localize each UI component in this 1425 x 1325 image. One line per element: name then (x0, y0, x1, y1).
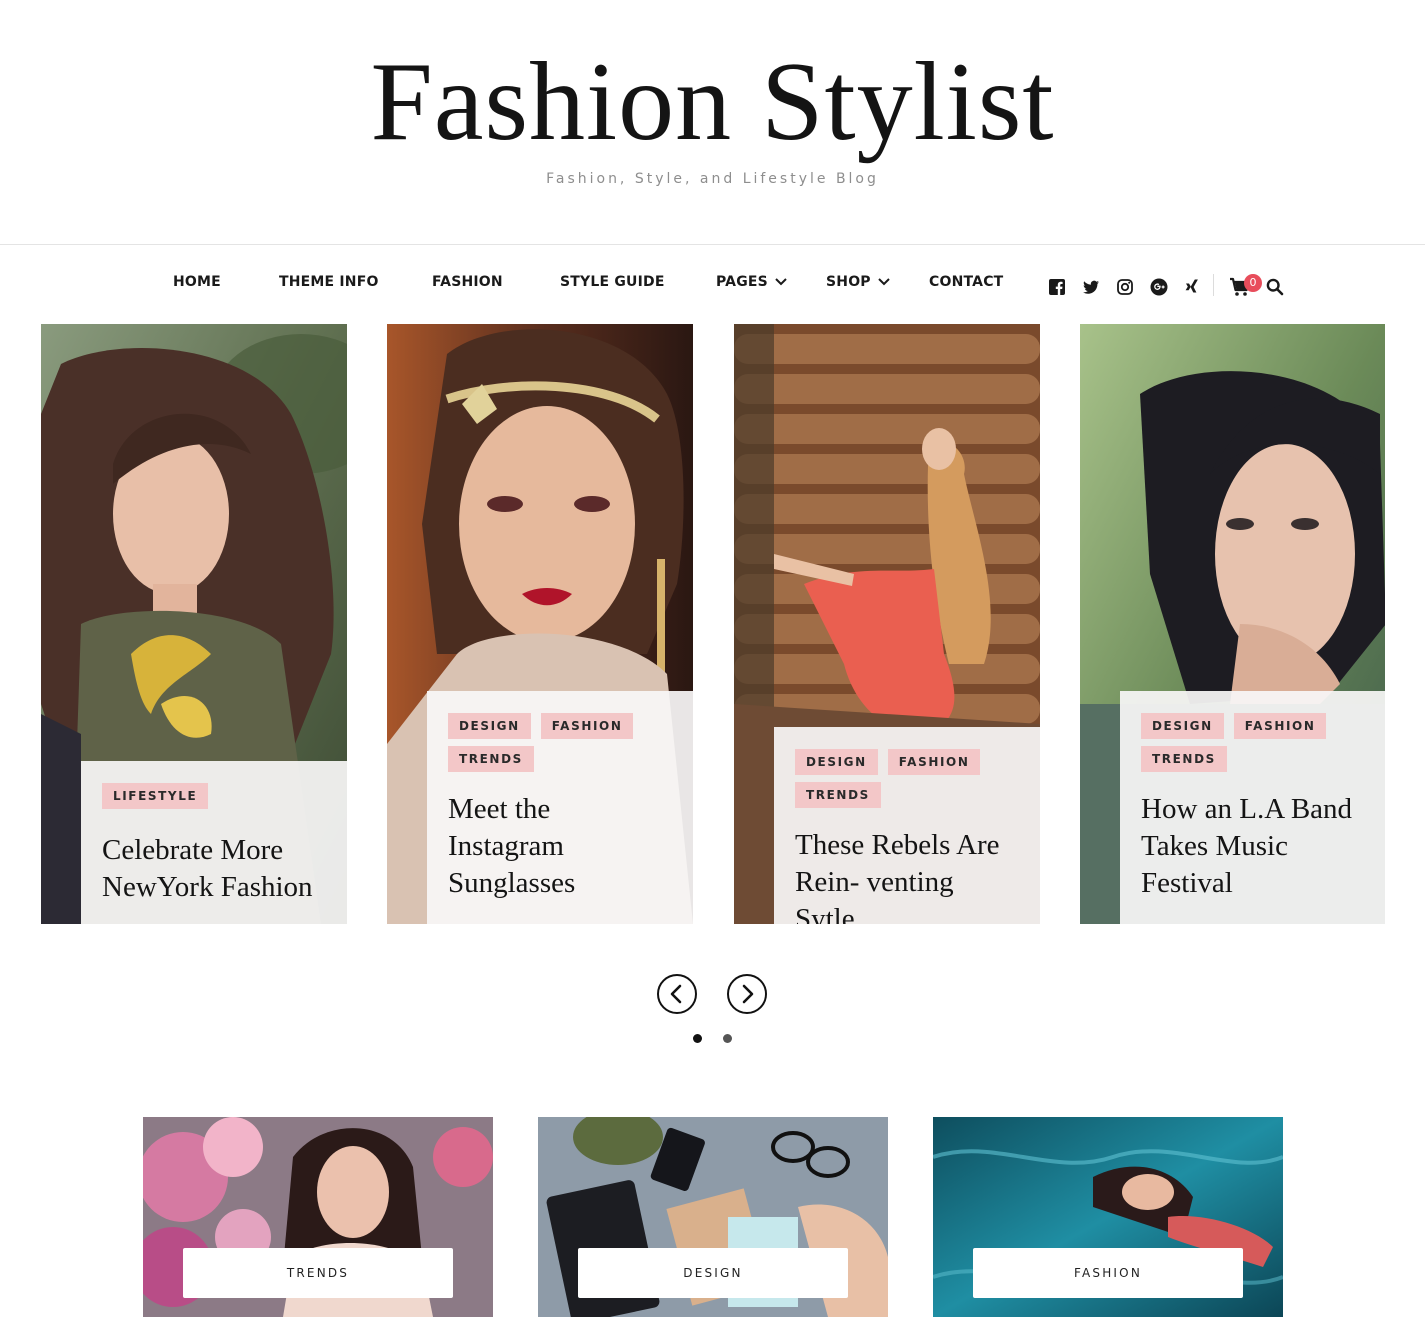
promo-button[interactable]: TRENDS (183, 1248, 453, 1298)
cart-count-badge[interactable]: 0 (1244, 274, 1262, 292)
nav-item-fashion[interactable]: FASHION (432, 274, 503, 290)
category-tag[interactable]: DESIGN (795, 749, 878, 775)
category-tag[interactable]: TRENDS (795, 782, 881, 808)
site-tagline: Fashion, Style, and Lifestyle Blog (546, 171, 879, 187)
chevron-down-icon[interactable] (773, 274, 789, 290)
slide-caption-panel: DESIGN FASHIONTRENDS Meet the Instagram S… (427, 691, 693, 924)
slide-caption-panel: DESIGN FASHIONTRENDS These Rebels Are Rei… (774, 727, 1040, 924)
site-header: Fashion Stylist Fashion, Style, and Life… (0, 0, 1425, 245)
nav-item-shop[interactable]: SHOP (826, 274, 871, 290)
slide-card[interactable]: LIFESTYLE Celebrate More NewYork Fashion (41, 324, 347, 924)
category-tag[interactable]: FASHION (887, 749, 981, 775)
promo-button[interactable]: FASHION (973, 1248, 1243, 1298)
promo-card[interactable]: FASHION (933, 1117, 1283, 1317)
search-icon[interactable] (1265, 277, 1285, 297)
nav-item-contact[interactable]: CONTACT (929, 274, 1003, 290)
category-tag[interactable]: TRENDS (448, 746, 534, 772)
google-plus-icon[interactable] (1149, 277, 1169, 297)
slide-card[interactable]: DESIGN FASHIONTRENDS How an L.A Band Take… (1080, 324, 1385, 924)
slide-title[interactable]: How an L.A Band Takes Music Festival (1141, 791, 1365, 902)
promo-card[interactable]: TRENDS (143, 1117, 493, 1317)
slide-title[interactable]: Meet the Instagram Sunglasses (448, 791, 673, 902)
slide-caption-panel: DESIGN FASHIONTRENDS How an L.A Band Take… (1120, 691, 1385, 924)
nav-item-theme-info[interactable]: THEME INFO (279, 274, 379, 290)
site-title[interactable]: Fashion Stylist (0, 42, 1425, 162)
promo-button[interactable]: DESIGN (578, 1248, 848, 1298)
slide-card[interactable]: DESIGN FASHIONTRENDS Meet the Instagram S… (387, 324, 693, 924)
category-tag[interactable]: DESIGN (1141, 713, 1224, 739)
main-navigation: HOME THEME INFO FASHION STYLE GUIDE PAGE… (0, 262, 1425, 308)
nav-item-home[interactable]: HOME (173, 274, 221, 290)
slider-next-button[interactable] (727, 974, 767, 1014)
category-tag[interactable]: TRENDS (1141, 746, 1227, 772)
chevron-left-icon (670, 984, 682, 1004)
category-tag[interactable]: DESIGN (448, 713, 531, 739)
chevron-down-icon[interactable] (876, 274, 892, 290)
chevron-right-icon (742, 984, 754, 1004)
category-tag[interactable]: FASHION (1233, 713, 1327, 739)
slide-caption-panel: LIFESTYLE Celebrate More NewYork Fashion (81, 761, 347, 924)
category-tag[interactable]: FASHION (540, 713, 634, 739)
promo-card[interactable]: DESIGN (538, 1117, 888, 1317)
nav-item-style-guide[interactable]: STYLE GUIDE (560, 274, 665, 290)
slide-title[interactable]: These Rebels Are Rein- venting Sytle (795, 827, 1020, 924)
slider-dot-active[interactable] (693, 1034, 702, 1043)
nav-divider (1213, 274, 1214, 296)
slider-dot[interactable] (723, 1034, 732, 1043)
slide-card[interactable]: DESIGN FASHIONTRENDS These Rebels Are Rei… (734, 324, 1040, 924)
facebook-icon[interactable] (1047, 277, 1067, 297)
twitter-icon[interactable] (1081, 277, 1101, 297)
nav-item-pages[interactable]: PAGES (716, 274, 768, 290)
category-tag[interactable]: LIFESTYLE (102, 783, 209, 809)
header-divider (0, 244, 1425, 245)
instagram-icon[interactable] (1115, 277, 1135, 297)
slide-title[interactable]: Celebrate More NewYork Fashion (102, 832, 327, 906)
xing-icon[interactable] (1182, 277, 1202, 297)
slider-prev-button[interactable] (657, 974, 697, 1014)
